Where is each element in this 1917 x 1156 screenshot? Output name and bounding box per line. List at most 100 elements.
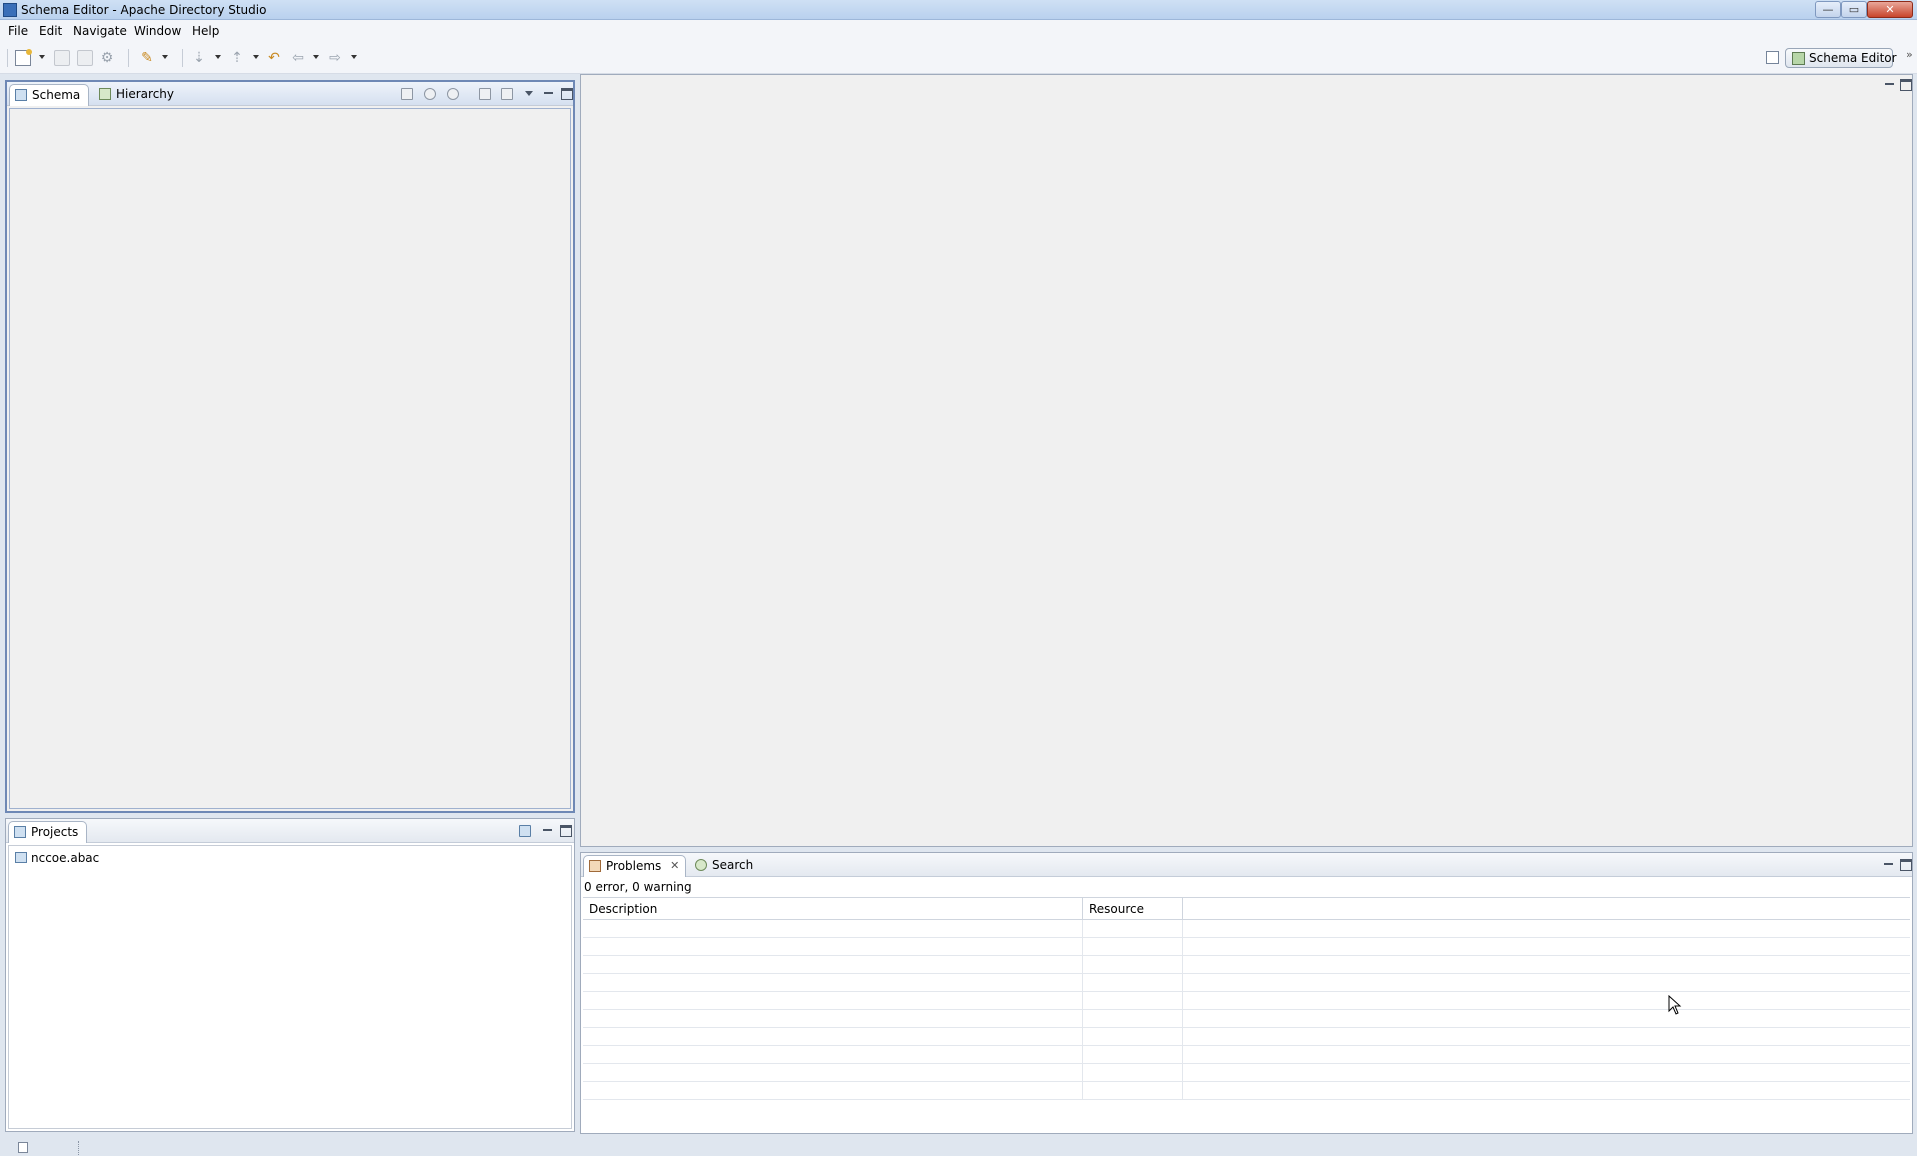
save-icon[interactable]	[54, 50, 70, 66]
schema-editor-perspective-icon	[1792, 52, 1805, 65]
project-icon	[15, 852, 27, 863]
column-header-empty	[1183, 898, 1910, 920]
open-perspective-icon[interactable]	[1766, 51, 1779, 64]
tab-hierarchy-label: Hierarchy	[116, 87, 175, 101]
status-bar	[0, 1140, 1917, 1156]
table-cell	[1083, 1046, 1183, 1064]
menu-edit[interactable]: Edit	[37, 23, 64, 39]
table-cell	[583, 1082, 1083, 1100]
table-cell	[583, 1010, 1083, 1028]
menu-help[interactable]: Help	[190, 23, 221, 39]
table-row	[583, 1046, 1910, 1064]
new-project-icon[interactable]	[519, 825, 531, 837]
tab-schema-label: Schema	[32, 88, 81, 102]
back-dropdown-arrow[interactable]	[313, 55, 319, 59]
forward-dropdown-arrow[interactable]	[351, 55, 357, 59]
table-cell	[583, 1028, 1083, 1046]
collapse-all-icon[interactable]	[479, 88, 491, 100]
chevron-more-icon[interactable]: »	[1906, 48, 1913, 61]
table-cell	[583, 974, 1083, 992]
maximize-view-button[interactable]	[560, 825, 572, 837]
close-tab-icon[interactable]: ✕	[670, 856, 679, 876]
tab-projects-label: Projects	[31, 825, 79, 839]
next-annotation-icon[interactable]: ⇣	[191, 50, 207, 66]
column-header-description[interactable]: Description	[583, 898, 1083, 920]
menu-file[interactable]: File	[6, 23, 30, 39]
previous-annotation-dropdown-arrow[interactable]	[253, 55, 259, 59]
projects-icon	[14, 826, 26, 838]
schema-tree[interactable]	[9, 108, 571, 809]
sort-icon[interactable]	[447, 88, 459, 100]
perspective-switcher-button[interactable]: Schema Editor	[1785, 48, 1897, 68]
link-with-editor-icon[interactable]	[401, 88, 413, 100]
settings-icon[interactable]: ⚙	[99, 50, 115, 66]
menu-bar: File Edit Navigate Window Help	[0, 20, 1917, 42]
projects-view-header: Projects	[6, 819, 574, 843]
maximize-window-button[interactable]: ▭	[1841, 1, 1867, 18]
window-title: Schema Editor - Apache Directory Studio	[21, 3, 267, 17]
schema-view: Schema Hierarchy	[5, 80, 575, 813]
minimize-window-button[interactable]: —	[1815, 1, 1841, 18]
tab-search-label: Search	[712, 858, 754, 872]
table-cell	[583, 1046, 1083, 1064]
maximize-view-button[interactable]	[561, 88, 573, 100]
project-label: nccoe.abac	[31, 851, 100, 865]
table-row	[583, 1010, 1910, 1028]
maximize-editor-button[interactable]	[1900, 79, 1912, 91]
table-cell	[1083, 1064, 1183, 1082]
status-separator	[78, 1141, 79, 1155]
fast-view-icon[interactable]	[18, 1142, 28, 1153]
view-menu-icon[interactable]	[525, 91, 533, 96]
minimize-view-button[interactable]	[542, 825, 554, 837]
close-window-button[interactable]: ✕	[1867, 1, 1913, 18]
tab-problems[interactable]: Problems ✕	[583, 855, 687, 877]
minimize-view-button[interactable]	[1883, 859, 1895, 871]
table-cell	[583, 992, 1083, 1010]
table-cell	[1083, 992, 1183, 1010]
table-cell	[1083, 920, 1183, 938]
toolbar-separator	[128, 49, 129, 67]
mouse-cursor-icon	[1668, 995, 1682, 1015]
editor-area[interactable]	[580, 74, 1913, 847]
table-cell	[1083, 938, 1183, 956]
list-item[interactable]: nccoe.abac	[13, 849, 99, 867]
tab-schema[interactable]: Schema	[9, 84, 90, 106]
table-row	[583, 1028, 1910, 1046]
tab-problems-label: Problems	[606, 859, 662, 873]
next-annotation-dropdown-arrow[interactable]	[215, 55, 221, 59]
previous-annotation-icon[interactable]: ⇡	[229, 50, 245, 66]
column-header-resource[interactable]: Resource	[1083, 898, 1183, 920]
open-schema-icon[interactable]: ✎	[139, 50, 155, 66]
table-row	[583, 938, 1910, 956]
table-cell	[1083, 956, 1183, 974]
open-schema-dropdown-arrow[interactable]	[162, 55, 168, 59]
tab-search[interactable]: Search	[690, 855, 761, 877]
link-icon[interactable]	[501, 88, 513, 100]
problems-table[interactable]: Description Resource	[583, 897, 1910, 1131]
table-row	[583, 992, 1910, 1010]
filter-icon[interactable]	[424, 88, 436, 100]
last-edit-icon[interactable]: ↶	[266, 50, 282, 66]
tab-hierarchy[interactable]: Hierarchy	[94, 84, 182, 106]
print-icon[interactable]	[77, 50, 93, 66]
menu-navigate[interactable]: Navigate	[71, 23, 129, 39]
back-icon[interactable]: ⇦	[290, 50, 306, 66]
new-dropdown-arrow[interactable]	[39, 55, 45, 59]
minimize-view-button[interactable]	[543, 88, 555, 100]
menu-window[interactable]: Window	[132, 23, 183, 39]
table-row	[583, 1082, 1910, 1100]
tab-projects[interactable]: Projects	[8, 821, 88, 843]
new-icon[interactable]	[15, 49, 32, 66]
projects-list: nccoe.abac	[8, 845, 572, 1129]
perspective-label: Schema Editor	[1809, 51, 1897, 65]
table-cell	[1083, 974, 1183, 992]
problems-view-header: Problems ✕ Search	[581, 853, 1912, 877]
maximize-view-button[interactable]	[1900, 859, 1912, 871]
toolbar-separator	[7, 49, 8, 67]
problems-icon	[589, 860, 601, 872]
minimize-editor-button[interactable]	[1884, 79, 1896, 91]
table-row	[583, 920, 1910, 938]
forward-icon[interactable]: ⇨	[327, 50, 343, 66]
search-icon	[695, 859, 707, 871]
hierarchy-icon	[99, 88, 111, 100]
